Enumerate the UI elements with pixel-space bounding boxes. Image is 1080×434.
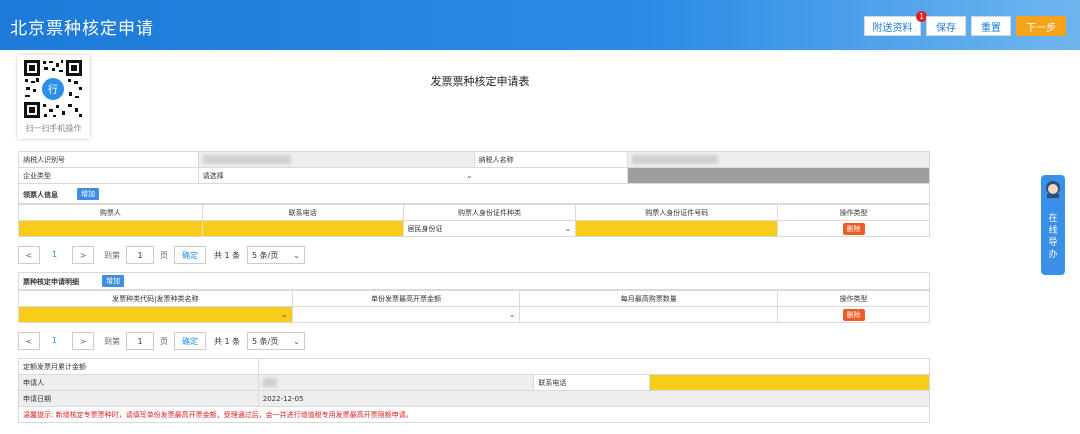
chevron-down-icon: ⌄ <box>280 310 288 319</box>
invoice-type-select[interactable]: ⌄ <box>18 306 293 323</box>
detail-col-max-amount: 单份发票最高开票金额 <box>291 290 521 307</box>
contact-phone-label: 联系电话 <box>533 374 651 391</box>
goto-label: 到第 <box>104 337 120 346</box>
monthly-total-label: 定额发票月累计金额 <box>18 358 259 375</box>
page-size-value: 5 条/页 <box>252 336 279 346</box>
reset-button[interactable]: 重置 <box>971 16 1011 36</box>
chevron-down-icon: ⌄ <box>465 171 473 180</box>
notice-text: 温馨提示: 新增核定专票票种时，请填写单份发票最高开票金额，受理通过后，会一并进… <box>18 406 930 423</box>
applicant-label: 申请人 <box>18 374 259 391</box>
monthly-total-input[interactable] <box>257 358 931 375</box>
buyer-col-id-number: 购票人身份证件号码 <box>575 204 779 221</box>
attach-docs-button[interactable]: 附送资料 <box>864 16 921 36</box>
detail-action-cell: 删除 <box>777 306 930 323</box>
table-row: ⌄ ⌄ 删除 <box>18 306 930 323</box>
qr-code-card: 行 扫一扫手机操作 <box>17 55 90 139</box>
apply-date-label: 申请日期 <box>18 390 259 407</box>
page-unit-label: 页 <box>160 337 168 346</box>
buyer-section-header: 领票人信息 增加 <box>18 185 930 204</box>
chevron-down-icon: ⌄ <box>293 336 300 346</box>
page-size-select[interactable]: 5 条/页 ⌄ <box>247 246 305 264</box>
total-count: 共 1 条 <box>214 337 241 346</box>
delete-detail-button[interactable]: 删除 <box>842 308 865 321</box>
page-size-select[interactable]: 5 条/页 ⌄ <box>247 332 305 350</box>
next-page-button[interactable]: > <box>72 332 94 350</box>
enterprise-type-value: 请选择 <box>202 171 224 180</box>
buyer-table: 购票人 联系电话 购票人身份证件种类 购票人身份证件号码 操作类型 居民身份证 ⌄… <box>18 204 930 237</box>
add-detail-button[interactable]: 增加 <box>102 275 124 287</box>
customer-service-icon <box>1046 181 1060 198</box>
online-guide-label: 在 线 导 办 <box>1041 213 1065 261</box>
qr-code-icon: 行 <box>23 59 83 119</box>
detail-col-action: 操作类型 <box>777 290 930 307</box>
buyer-phone-input[interactable] <box>201 220 404 237</box>
detail-col-monthly-qty: 每月最高购票数量 <box>519 290 779 307</box>
detail-col-invoice-type: 发票种类代码|发票种类名称 <box>18 290 293 307</box>
max-amount-select[interactable]: ⌄ <box>291 306 521 323</box>
buyer-id-number-input[interactable] <box>575 220 779 237</box>
buyer-col-action: 操作类型 <box>777 204 930 221</box>
monthly-qty-input[interactable] <box>519 306 779 323</box>
next-page-button[interactable]: > <box>72 246 94 264</box>
add-buyer-button[interactable]: 增加 <box>77 188 99 200</box>
goto-confirm-button[interactable]: 确定 <box>174 246 206 264</box>
qr-logo-text: 行 <box>48 83 58 96</box>
online-guide-tab[interactable]: 在 线 导 办 <box>1041 175 1065 275</box>
current-page[interactable]: 1 <box>52 250 57 259</box>
prev-page-button[interactable]: < <box>18 332 40 350</box>
taxpayer-name-label: 纳税人名称 <box>473 151 629 168</box>
goto-page-input[interactable]: 1 <box>126 246 154 264</box>
buyer-id-type-select[interactable]: 居民身份证 ⌄ <box>402 220 577 237</box>
save-button[interactable]: 保存 <box>926 16 966 36</box>
goto-label: 到第 <box>104 251 120 260</box>
enterprise-type-select[interactable]: 请选择 ⌄ <box>197 167 629 184</box>
buyer-pager: < 1 > 到第 1 页 确定 共 1 条 5 条/页 ⌄ <box>18 246 338 264</box>
current-page[interactable]: 1 <box>52 336 57 345</box>
guide-char: 在 <box>1048 214 1058 224</box>
prev-page-button[interactable]: < <box>18 246 40 264</box>
buyer-col-name: 购票人 <box>18 204 203 221</box>
detail-section-header: 票种核定申请明细 增加 <box>18 272 930 290</box>
contact-phone-input[interactable] <box>649 374 930 391</box>
total-count: 共 1 条 <box>214 251 241 260</box>
goto-page-input[interactable]: 1 <box>126 332 154 350</box>
page-size-value: 5 条/页 <box>252 250 279 260</box>
buyer-id-type-value: 居民身份证 <box>407 224 443 233</box>
goto-confirm-button[interactable]: 确定 <box>174 332 206 350</box>
page-unit-label: 页 <box>160 251 168 260</box>
taxpayer-name-value <box>627 151 930 168</box>
form-title: 发票票种核定申请表 <box>430 75 530 88</box>
buyer-name-input[interactable] <box>18 220 203 237</box>
detail-section-label: 票种核定申请明细 <box>23 278 79 286</box>
guide-char: 导 <box>1048 238 1058 248</box>
applicant-value <box>257 374 535 391</box>
enterprise-type-extra <box>627 167 930 184</box>
qr-caption: 扫一扫手机操作 <box>25 124 82 133</box>
buyer-section-label: 领票人信息 <box>23 191 58 199</box>
chevron-down-icon: ⌄ <box>564 224 572 233</box>
detail-pager: < 1 > 到第 1 页 确定 共 1 条 5 条/页 ⌄ <box>18 332 338 350</box>
app-title: 北京票种核定申请 <box>10 19 154 39</box>
chevron-down-icon: ⌄ <box>508 310 516 319</box>
basic-info-table: 纳税人识别号 纳税人名称 企业类型 请选择 ⌄ <box>18 151 930 184</box>
delete-buyer-button[interactable]: 删除 <box>842 222 865 235</box>
taxpayer-id-label: 纳税人识别号 <box>18 151 199 168</box>
bottom-info-table: 定额发票月累计金额 申请人 联系电话 申请日期 2022-12-05 温馨提示:… <box>18 358 931 423</box>
buyer-action-cell: 删除 <box>777 220 930 237</box>
guide-char: 办 <box>1048 250 1058 260</box>
apply-date-value: 2022-12-05 <box>257 390 931 407</box>
chevron-down-icon: ⌄ <box>293 250 300 260</box>
taxpayer-id-value <box>197 151 475 168</box>
table-row: 居民身份证 ⌄ 删除 <box>18 220 930 237</box>
guide-char: 线 <box>1048 226 1058 236</box>
buyer-col-id-type: 购票人身份证件种类 <box>402 204 577 221</box>
buyer-col-phone: 联系电话 <box>201 204 404 221</box>
enterprise-type-label: 企业类型 <box>18 167 199 184</box>
detail-table: 发票种类代码|发票种类名称 单份发票最高开票金额 每月最高购票数量 操作类型 ⌄… <box>18 290 930 323</box>
next-step-button[interactable]: 下一步 <box>1016 16 1066 36</box>
